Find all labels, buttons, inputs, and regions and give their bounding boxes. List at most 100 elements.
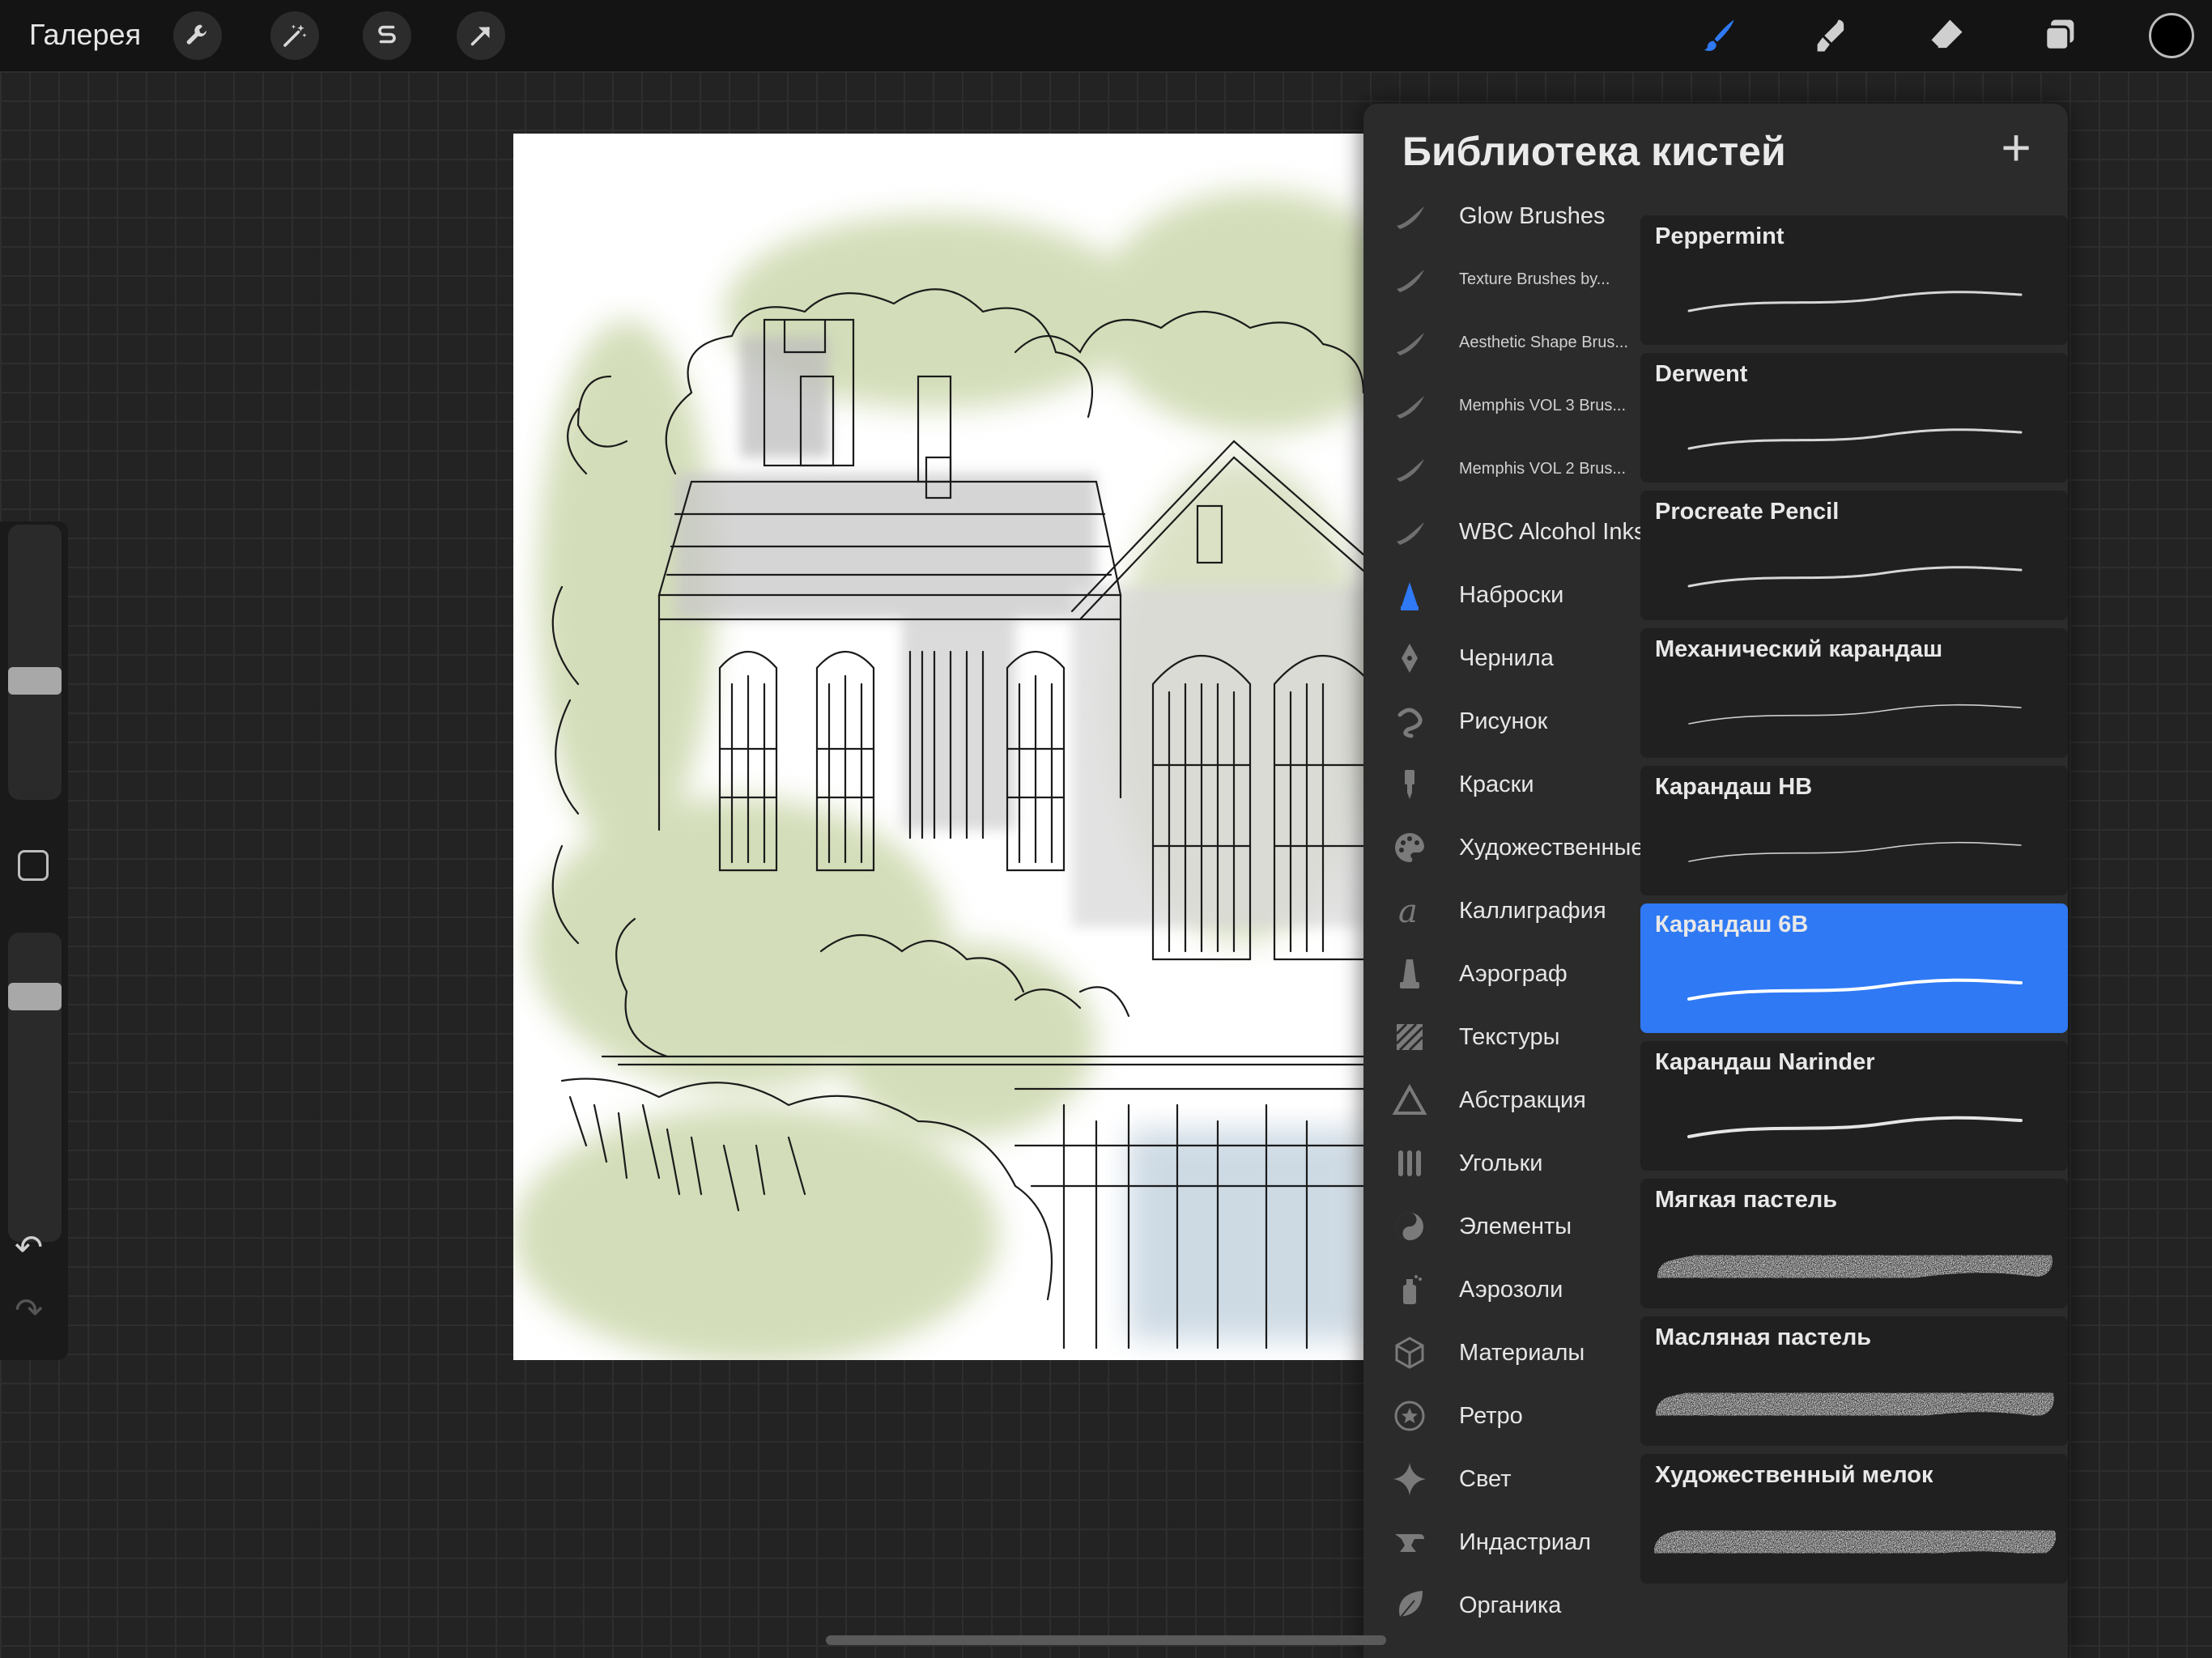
- brush-size-slider[interactable]: [8, 525, 62, 800]
- brush-library-panel: Библиотека кистей + Glow Brushes Texture …: [1363, 104, 2068, 1658]
- color-picker-button[interactable]: [2149, 13, 2194, 58]
- brush-set-item[interactable]: a Каллиграфия: [1363, 879, 1640, 942]
- brush-set-label: Угольки: [1459, 1150, 1543, 1176]
- brush-name: Procreate Pencil: [1655, 499, 1840, 525]
- brush-item-selected[interactable]: Карандаш 6B: [1640, 903, 2068, 1033]
- brush-set-item[interactable]: Текстуры: [1363, 1005, 1640, 1069]
- brush-set-label: Чернила: [1459, 644, 1554, 671]
- brush-set-label: Органика: [1459, 1592, 1562, 1618]
- brush-name: Мягкая пастель: [1655, 1187, 1838, 1213]
- brush-set-item[interactable]: Элементы: [1363, 1195, 1640, 1258]
- brush-item[interactable]: Procreate Pencil: [1640, 491, 2068, 620]
- adjustments-wand-icon[interactable]: [270, 11, 319, 60]
- star-circle-icon: [1391, 1397, 1428, 1435]
- brush-set-label: Свет: [1459, 1465, 1512, 1492]
- brush-set-label: Ретро: [1459, 1402, 1523, 1429]
- yin-yang-icon: [1391, 1208, 1428, 1245]
- brush-stroke-preview: [1687, 978, 2023, 1001]
- brush-set-label: Каллиграфия: [1459, 897, 1606, 924]
- brush-stroke-preview: [1687, 566, 2023, 588]
- brush-name: Карандаш 6B: [1655, 912, 1809, 937]
- brush-set-label: Художественные: [1459, 834, 1644, 861]
- brush-set-item[interactable]: Texture Brushes by...: [1363, 248, 1640, 311]
- brush-set-item[interactable]: Aesthetic Shape Brus...: [1363, 311, 1640, 374]
- brush-set-item[interactable]: Угольки: [1363, 1132, 1640, 1195]
- brush-set-item[interactable]: Художественные: [1363, 816, 1644, 879]
- top-toolbar: Галерея: [0, 0, 2212, 71]
- eraser-tool-icon[interactable]: [1922, 11, 1971, 60]
- brush-stroke-icon: [1391, 198, 1428, 235]
- brush-set-item[interactable]: Свет: [1363, 1448, 1640, 1511]
- brush-set-label: Абстракция: [1459, 1086, 1586, 1113]
- brush-set-item[interactable]: Memphis VOL 3 Brus...: [1363, 374, 1640, 437]
- swirl-icon: [1391, 703, 1428, 740]
- undo-icon[interactable]: ↶: [15, 1227, 43, 1267]
- sparkle-icon: [1391, 1460, 1428, 1498]
- triangle-icon: [1391, 1082, 1428, 1119]
- brush-set-item[interactable]: Материалы: [1363, 1321, 1640, 1384]
- pencil-tip-icon: [1391, 576, 1428, 614]
- brush-set-item[interactable]: Наброски: [1363, 563, 1640, 627]
- brush-set-item[interactable]: Краски: [1363, 753, 1640, 816]
- brush-set-label: Аэрозоли: [1459, 1276, 1563, 1303]
- brush-set-item[interactable]: WBC Alcohol Inks: [1363, 500, 1645, 563]
- left-sidebar: ↶ ↷: [0, 521, 68, 1360]
- brush-set-item[interactable]: Абстракция: [1363, 1069, 1640, 1132]
- brush-set-item[interactable]: Рисунок: [1363, 690, 1640, 753]
- brush-name: Масляная пастель: [1655, 1324, 1872, 1350]
- opacity-slider[interactable]: [8, 933, 62, 1242]
- brush-set-label: Аэрограф: [1459, 960, 1568, 987]
- brush-name: Художественный мелок: [1655, 1462, 1933, 1488]
- brush-set-label: Текстуры: [1459, 1023, 1560, 1050]
- brush-stroke-icon: [1391, 387, 1428, 424]
- brush-name: Карандаш HB: [1655, 774, 1813, 800]
- home-indicator[interactable]: [826, 1635, 1386, 1645]
- brush-set-item[interactable]: Ретро: [1363, 1384, 1640, 1448]
- brush-stroke-icon: [1391, 450, 1428, 487]
- brush-set-item[interactable]: Чернила: [1363, 627, 1640, 690]
- brush-set-item[interactable]: Аэрограф: [1363, 942, 1640, 1005]
- brush-set-label: Рисунок: [1459, 708, 1548, 734]
- gallery-button[interactable]: Галерея: [29, 18, 141, 52]
- actions-wrench-icon[interactable]: [173, 11, 222, 60]
- brush-stroke-preview: [1687, 1116, 2023, 1138]
- add-brush-set-button[interactable]: +: [1992, 121, 2040, 173]
- brush-stroke-preview: [1688, 841, 2022, 862]
- brush-set-item[interactable]: Memphis VOL 2 Brus...: [1363, 437, 1640, 500]
- transform-arrow-icon[interactable]: [457, 11, 505, 60]
- brush-stroke-preview: [1654, 1514, 2056, 1570]
- redo-icon[interactable]: ↷: [15, 1290, 43, 1330]
- brush-item[interactable]: Механический карандаш: [1640, 628, 2068, 758]
- brush-set-item[interactable]: Аэрозоли: [1363, 1258, 1640, 1321]
- drawing-canvas[interactable]: [513, 134, 1363, 1360]
- brush-item[interactable]: Масляная пастель: [1640, 1316, 2068, 1446]
- brush-name: Механический карандаш: [1655, 636, 1943, 662]
- brush-set-label: Материалы: [1459, 1339, 1585, 1366]
- brush-item[interactable]: Peppermint: [1640, 215, 2068, 345]
- brush-item[interactable]: Карандаш HB: [1640, 766, 2068, 895]
- paint-brush-tool-icon[interactable]: [1694, 11, 1742, 60]
- brush-set-label: Индастриал: [1459, 1528, 1592, 1555]
- modify-square-button[interactable]: [18, 850, 49, 881]
- brush-item[interactable]: Мягкая пастель: [1640, 1179, 2068, 1308]
- brush-set-label: Memphis VOL 2 Brus...: [1459, 459, 1626, 478]
- brush-set-item[interactable]: Индастриал: [1363, 1511, 1640, 1574]
- calligraphy-icon: a: [1391, 892, 1428, 929]
- brush-name: Derwent: [1655, 361, 1748, 387]
- selection-s-icon[interactable]: [363, 11, 411, 60]
- brush-item[interactable]: Карандаш Narinder: [1640, 1041, 2068, 1171]
- brush-name: Peppermint: [1655, 223, 1784, 249]
- brush-stroke-preview: [1656, 1378, 2054, 1431]
- brush-item[interactable]: Художественный мелок: [1640, 1454, 2068, 1584]
- opacity-thumb[interactable]: [8, 983, 62, 1010]
- brush-set-label: Texture Brushes by...: [1459, 270, 1610, 288]
- leaf-icon: [1391, 1587, 1428, 1624]
- brush-set-item[interactable]: Glow Brushes: [1363, 185, 1640, 248]
- paint-brush-icon: [1391, 766, 1428, 803]
- layers-icon[interactable]: [2035, 11, 2084, 60]
- brush-set-label: Memphis VOL 3 Brus...: [1459, 396, 1626, 414]
- smudge-tool-icon[interactable]: [1807, 11, 1856, 60]
- brush-set-item[interactable]: Органика: [1363, 1574, 1640, 1637]
- brush-size-thumb[interactable]: [8, 667, 62, 695]
- brush-item[interactable]: Derwent: [1640, 353, 2068, 483]
